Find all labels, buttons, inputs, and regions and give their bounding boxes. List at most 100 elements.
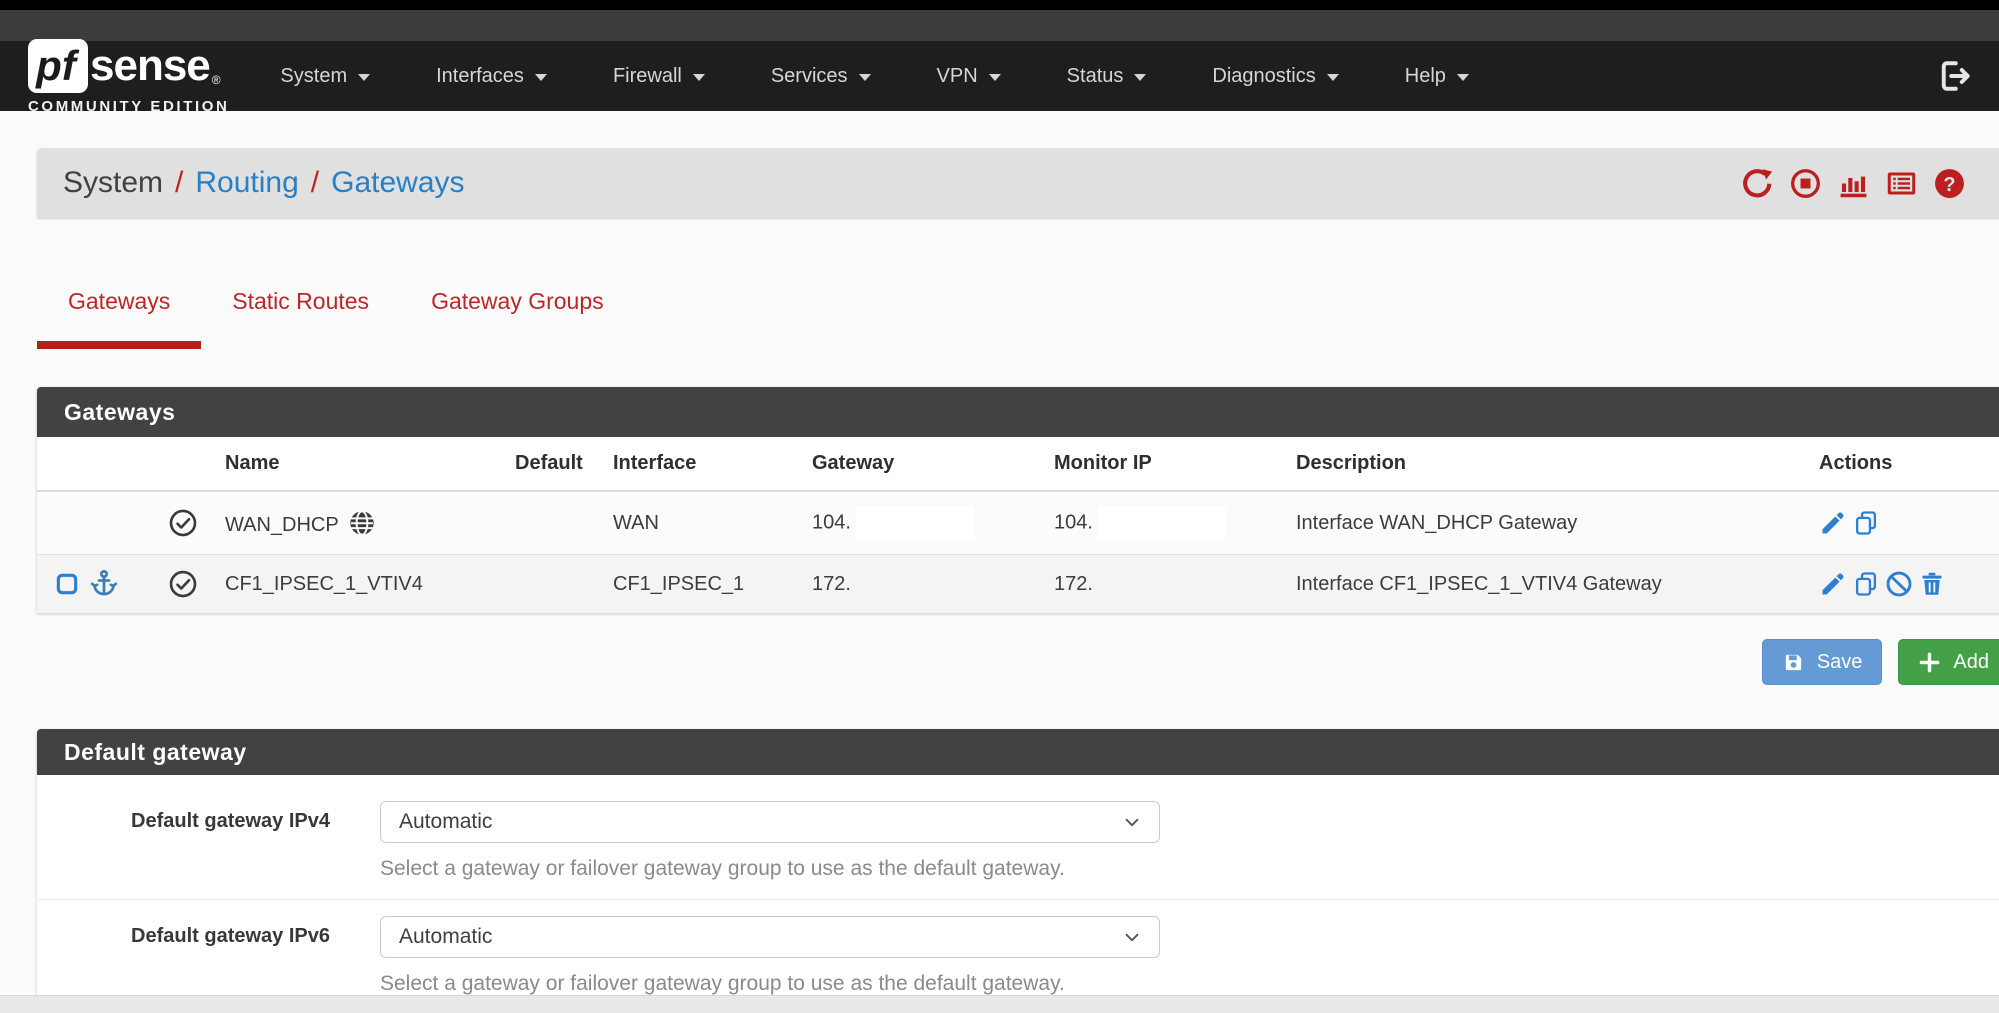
nav-item-label: Help xyxy=(1405,65,1446,88)
nav-item-firewall[interactable]: Firewall xyxy=(580,53,738,100)
save-icon xyxy=(1782,651,1805,674)
nav-item-label: Diagnostics xyxy=(1212,65,1315,88)
default-gateway-panel-title: Default gateway xyxy=(37,729,1999,775)
edit-icon[interactable] xyxy=(1819,509,1847,537)
save-button[interactable]: Save xyxy=(1762,639,1883,685)
globe-icon xyxy=(348,509,376,537)
gateway-address: 172. xyxy=(812,555,1054,614)
nav-menu: System Interfaces Firewall Services VPN … xyxy=(247,53,1501,100)
copy-icon[interactable] xyxy=(1852,509,1880,537)
col-flags xyxy=(37,437,225,491)
nav-item-services[interactable]: Services xyxy=(738,53,904,100)
add-button-label: Add xyxy=(1953,651,1989,674)
redaction-box xyxy=(1098,506,1226,540)
chevron-down-icon xyxy=(989,74,1001,81)
breadcrumb-routing[interactable]: Routing xyxy=(195,166,298,200)
gateways-panel-title: Gateways xyxy=(37,387,1999,437)
default-gateway-panel: Default gateway Default gateway IPv4 Aut… xyxy=(37,729,1999,1000)
nav-item-label: Firewall xyxy=(613,65,682,88)
gateway-interface: WAN xyxy=(613,491,812,555)
nav-item-diagnostics[interactable]: Diagnostics xyxy=(1179,53,1371,100)
list-icon[interactable] xyxy=(1885,167,1918,200)
chevron-down-icon xyxy=(1121,926,1143,948)
plus-icon xyxy=(1918,651,1941,674)
gateway-address: 104. xyxy=(812,511,851,533)
add-button[interactable]: Add xyxy=(1898,639,1999,685)
stop-circle-icon[interactable] xyxy=(1789,167,1822,200)
chart-bar-icon[interactable] xyxy=(1837,167,1870,200)
chevron-down-icon xyxy=(859,74,871,81)
col-default: Default xyxy=(515,437,613,491)
navbar: pf sense ® COMMUNITY EDITION System Inte… xyxy=(0,41,1999,111)
tab-gateways[interactable]: Gateways xyxy=(37,280,201,349)
chevron-down-icon xyxy=(1121,811,1143,833)
gateway-interface: CF1_IPSEC_1 xyxy=(613,555,812,614)
registered-mark: ® xyxy=(212,73,221,87)
table-row-cf1-ipsec: CF1_IPSEC_1_VTIV4 CF1_IPSEC_1 172. 172. … xyxy=(37,555,1999,614)
help-icon[interactable]: ? xyxy=(1933,167,1966,200)
monitor-ip: 172. xyxy=(1054,555,1296,614)
breadcrumb-actions: ? xyxy=(1741,167,1966,200)
square-marker-icon xyxy=(54,571,80,597)
copy-icon[interactable] xyxy=(1852,570,1880,598)
svg-text:?: ? xyxy=(1943,173,1955,195)
pfsense-logo-sense: sense xyxy=(90,41,210,91)
gateway-description: Interface WAN_DHCP Gateway xyxy=(1296,491,1819,555)
nav-item-system[interactable]: System xyxy=(247,53,403,100)
chevron-down-icon xyxy=(535,74,547,81)
col-name: Name xyxy=(225,437,515,491)
table-row-wan-dhcp: WAN_DHCP WAN 104. 104. Interface WAN_DHC xyxy=(37,491,1999,555)
gateway-description: Interface CF1_IPSEC_1_VTIV4 Gateway xyxy=(1296,555,1819,614)
default-gateway-ipv6-select[interactable]: Automatic xyxy=(380,916,1160,958)
pfsense-logo-pf: pf xyxy=(28,39,88,93)
table-header-row: Name Default Interface Gateway Monitor I… xyxy=(37,437,1999,491)
check-circle-icon xyxy=(168,508,198,538)
default-gateway-ipv4-label: Default gateway IPv4 xyxy=(37,801,330,881)
chevron-down-icon xyxy=(1457,74,1469,81)
default-gateway-ipv4-select[interactable]: Automatic xyxy=(380,801,1160,843)
window-top-strip xyxy=(0,0,1999,10)
tab-gateway-groups[interactable]: Gateway Groups xyxy=(400,280,635,349)
nav-item-label: Interfaces xyxy=(436,65,524,88)
nav-item-status[interactable]: Status xyxy=(1034,53,1180,100)
save-button-label: Save xyxy=(1817,651,1863,674)
breadcrumb-separator: / xyxy=(311,166,319,200)
horizontal-scrollbar[interactable] xyxy=(0,995,1999,1013)
tab-bar: Gateways Static Routes Gateway Groups xyxy=(37,280,1999,349)
chevron-down-icon xyxy=(358,74,370,81)
logout-icon[interactable] xyxy=(1937,58,1973,94)
nav-item-label: VPN xyxy=(937,65,978,88)
delete-icon[interactable] xyxy=(1918,570,1946,598)
col-description: Description xyxy=(1296,437,1819,491)
nav-item-interfaces[interactable]: Interfaces xyxy=(403,53,580,100)
gateway-default-cell xyxy=(515,555,613,614)
tab-static-routes[interactable]: Static Routes xyxy=(201,280,400,349)
nav-item-help[interactable]: Help xyxy=(1372,53,1502,100)
actions-bar: Save Add xyxy=(37,639,1999,685)
redaction-box xyxy=(856,506,974,540)
nav-item-label: Services xyxy=(771,65,848,88)
breadcrumb-separator: / xyxy=(175,166,183,200)
selected-value: Automatic xyxy=(399,810,492,834)
col-gateway: Gateway xyxy=(812,437,1054,491)
gateways-panel: Gateways Name Default Interface Gateway … xyxy=(37,387,1999,613)
disable-icon[interactable] xyxy=(1885,570,1913,598)
col-interface: Interface xyxy=(613,437,812,491)
check-circle-icon xyxy=(168,569,198,599)
anchor-icon xyxy=(89,569,119,599)
default-gateway-ipv4-help: Select a gateway or failover gateway gro… xyxy=(380,857,1160,881)
col-actions: Actions xyxy=(1819,437,1999,491)
refresh-icon[interactable] xyxy=(1741,167,1774,200)
form-row-ipv6: Default gateway IPv6 Automatic Select a … xyxy=(37,899,1999,1000)
chevron-down-icon xyxy=(1327,74,1339,81)
nav-item-label: Status xyxy=(1067,65,1124,88)
nav-item-vpn[interactable]: VPN xyxy=(904,53,1034,100)
default-gateway-ipv6-label: Default gateway IPv6 xyxy=(37,916,330,996)
selected-value: Automatic xyxy=(399,925,492,949)
breadcrumb-gateways[interactable]: Gateways xyxy=(331,166,464,200)
edit-icon[interactable] xyxy=(1819,570,1847,598)
pfsense-logo[interactable]: pf sense ® COMMUNITY EDITION xyxy=(28,39,229,115)
gateways-table: Name Default Interface Gateway Monitor I… xyxy=(37,437,1999,613)
breadcrumb-system: System xyxy=(63,166,163,200)
pfsense-logo-subtitle: COMMUNITY EDITION xyxy=(28,98,229,115)
